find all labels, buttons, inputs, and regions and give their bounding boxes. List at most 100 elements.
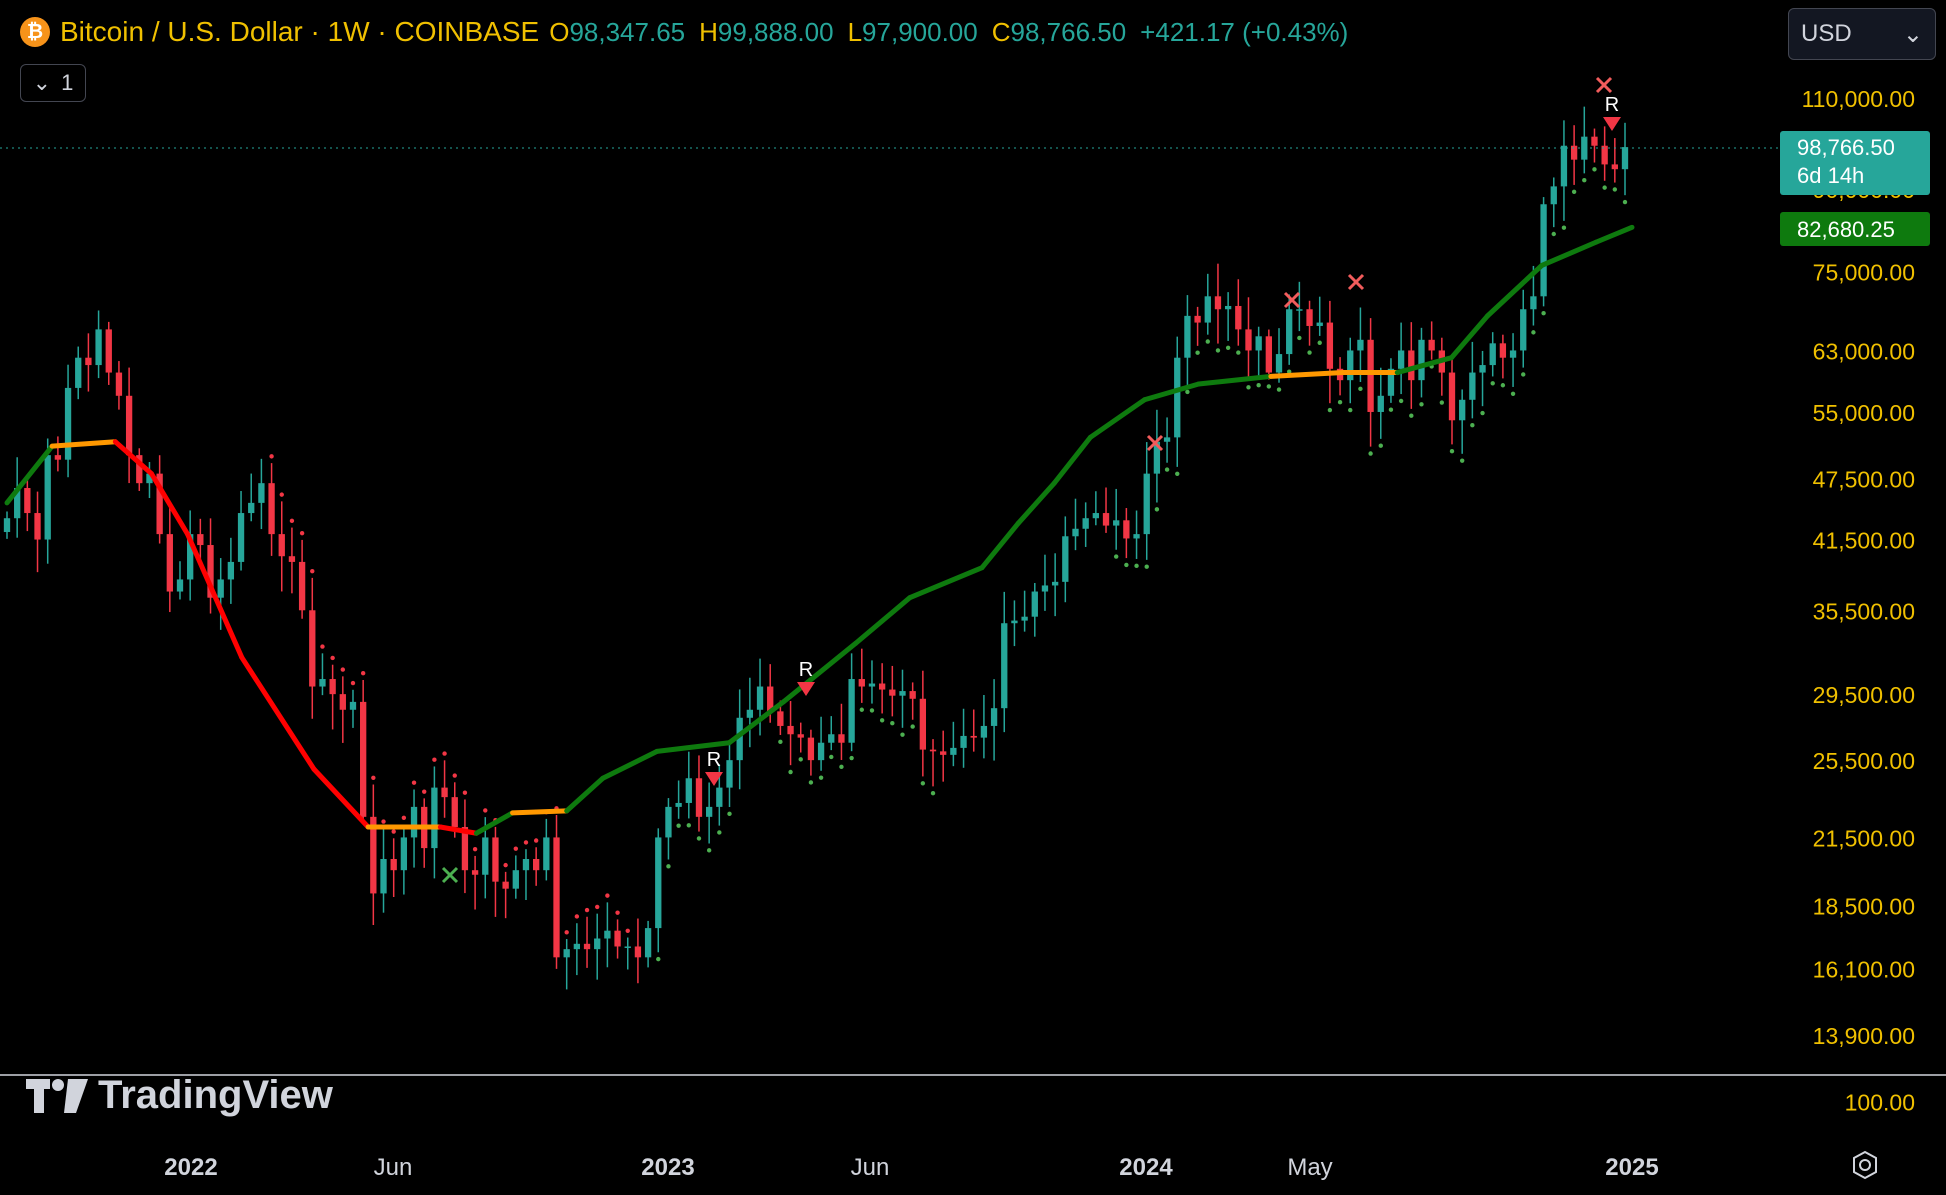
trail-dot (1276, 387, 1282, 392)
trail-dot (350, 680, 356, 686)
trail-dot (1154, 507, 1160, 512)
candle-body (1204, 296, 1211, 323)
trail-dot (1297, 335, 1302, 341)
trail-dot (289, 518, 295, 524)
candle-body (1428, 339, 1435, 351)
low-value: 97,900.00 (862, 16, 978, 47)
price-badge: 98,766.50 6d 14h (1780, 131, 1930, 195)
y-tick-label: 63,000.00 (1813, 338, 1915, 364)
bitcoin-icon: ₿ (20, 17, 50, 47)
trail-dot (1439, 400, 1445, 405)
candle-body (1113, 520, 1120, 526)
y-tick-label: 41,500.00 (1813, 528, 1915, 554)
candle-body (1011, 620, 1018, 624)
indicator-collapse-button[interactable]: ⌄ 1 (20, 64, 86, 102)
candle-body (1326, 322, 1334, 369)
candle-body (553, 837, 560, 958)
y-tick-label: 75,000.00 (1813, 259, 1915, 285)
candle-body (797, 734, 804, 738)
candle-body (1092, 513, 1099, 519)
candle-body (1286, 309, 1293, 355)
candle-body (1072, 528, 1079, 537)
candle-body (75, 357, 82, 388)
tradingview-logo[interactable]: TradingView (26, 1073, 333, 1118)
symbol-title[interactable]: Bitcoin / U.S. Dollar · 1W · COINBASE (60, 16, 539, 48)
candle-body (1001, 623, 1008, 709)
x-tick-label: 2024 (1119, 1154, 1173, 1181)
candle-body (298, 561, 306, 611)
candle-body (278, 534, 285, 557)
candle-body (360, 701, 367, 817)
trail-dot (1398, 398, 1404, 404)
ohlc-values: O98,347.65 H99,888.00 L97,900.00 C98,766… (549, 17, 1348, 48)
candle-body (64, 387, 72, 460)
trail-dot (595, 904, 600, 910)
candle-body (919, 698, 927, 750)
candle-body (1021, 616, 1028, 621)
candle-body (451, 797, 458, 828)
candle-body (431, 787, 438, 849)
candle-body (1591, 136, 1598, 146)
trail-dot (1388, 407, 1394, 412)
candle-body (1560, 145, 1568, 187)
candle-body (105, 329, 112, 373)
candle-body (807, 737, 815, 761)
trail-dot (360, 671, 366, 676)
trail-dot (869, 708, 875, 713)
trail-dot (788, 769, 793, 775)
trail-dot (1246, 385, 1251, 390)
trail-dot (483, 808, 488, 813)
candle-body (777, 711, 784, 726)
high-value: 99,888.00 (717, 16, 834, 47)
candle-body (1214, 296, 1222, 310)
candle-body (533, 859, 540, 871)
trail-dot (401, 815, 407, 820)
trail-dot (1175, 471, 1180, 476)
candle-body (3, 518, 11, 533)
candle-body (1051, 581, 1059, 586)
candle-body (125, 395, 133, 456)
trail-dot (1602, 185, 1607, 190)
trail-dot (1164, 467, 1170, 472)
currency-select[interactable]: USD ⌄ (1788, 8, 1936, 60)
reversal-marker-label: R (799, 659, 813, 681)
currency-value: USD (1801, 20, 1852, 47)
candle-body (1459, 399, 1466, 421)
candle-body (1520, 309, 1527, 351)
candle-body (502, 881, 509, 889)
trail-dot (513, 846, 519, 851)
candle-body (1255, 336, 1262, 351)
candle-body (1224, 305, 1232, 310)
price-chart[interactable]: RRR 110,000.0090,000.0075,000.0063,000.0… (0, 0, 1946, 1190)
candle-body (339, 694, 346, 710)
candle-body (1570, 145, 1578, 160)
candle-body (1062, 536, 1069, 582)
trail-dot (778, 739, 783, 745)
y-tick-label: 21,500.00 (1813, 825, 1915, 851)
y-tick-label: 25,500.00 (1813, 748, 1915, 774)
candle-body (471, 870, 479, 875)
candle-body (950, 747, 957, 755)
trail-dot (1459, 458, 1465, 463)
trail-dot (1510, 391, 1516, 397)
trail-dot (503, 862, 508, 868)
trail-dot (717, 830, 722, 835)
trail-dot (900, 732, 905, 737)
trail-dot (1500, 383, 1506, 388)
trail-dot (1236, 350, 1241, 355)
trail-dot (1541, 310, 1546, 316)
candle-body (1357, 339, 1364, 351)
candle-body (85, 357, 92, 366)
candle-body (248, 502, 255, 514)
x-tick-label: 2025 (1605, 1154, 1658, 1181)
brand-name: TradingView (98, 1073, 333, 1117)
candle-body (522, 859, 530, 871)
close-value: 98,766.50 (1010, 16, 1127, 47)
trail-dot (686, 823, 691, 828)
trail-dot (910, 724, 915, 729)
y-tick-label: 18,500.00 (1813, 894, 1915, 920)
x-tick-label: Jun (851, 1154, 890, 1181)
trail-dot (1480, 410, 1485, 416)
gear-icon[interactable] (1850, 1150, 1880, 1180)
candle-body (319, 679, 326, 687)
